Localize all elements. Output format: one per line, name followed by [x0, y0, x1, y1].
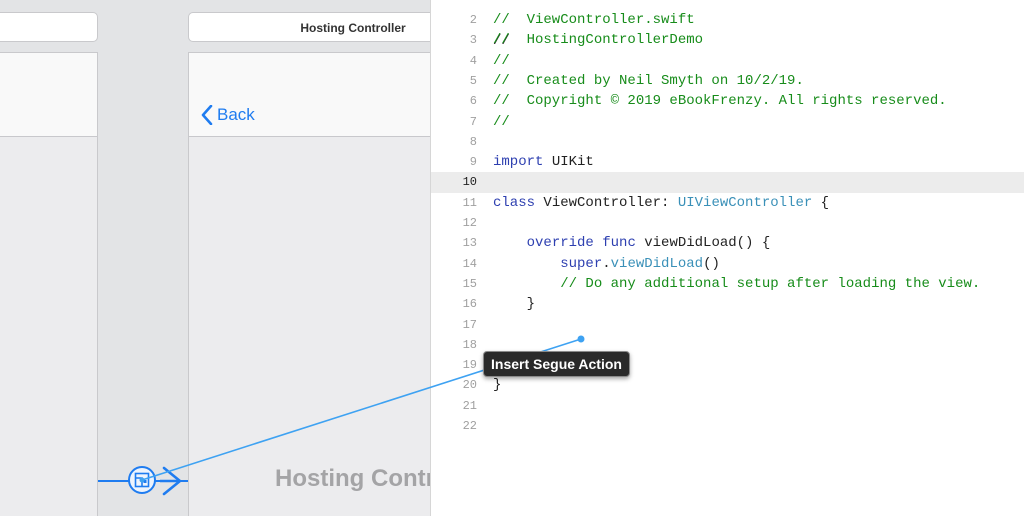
code-text: // Do any additional setup after loading… [560, 275, 981, 292]
code-editor[interactable]: // 2 // ViewController.swift 3 // HostingCo… [430, 0, 1024, 516]
segue-arrow-icon [160, 466, 182, 496]
storyboard-canvas[interactable]: Hosting Controller Back Hosting Controll… [0, 0, 430, 516]
insert-segue-action-tooltip: Insert Segue Action [483, 351, 630, 377]
hosting-controller-scene[interactable]: Back Hosting Controller [188, 52, 430, 516]
line-number: 2 [469, 13, 477, 27]
code-line[interactable]: 5 // Created by Neil Smyth on 10/2/19. [431, 71, 1024, 91]
code-text: override func viewDidLoad() { [526, 235, 771, 252]
view-controller-scene-titlebar[interactable] [0, 12, 98, 42]
code-line[interactable]: 11 class ViewController: UIViewController… [431, 193, 1024, 213]
line-number: 16 [462, 297, 477, 312]
line-number: 15 [462, 276, 477, 291]
code-line[interactable]: 17 [431, 315, 1024, 335]
code-text: // Copyright © 2019 eBookFrenzy. All rig… [493, 93, 947, 110]
line-number: 11 [462, 195, 477, 210]
code-line[interactable]: 15 // Do any additional setup after load… [431, 274, 1024, 294]
line-number: 4 [469, 53, 477, 68]
line-number: 13 [462, 236, 477, 251]
code-line[interactable]: 12 [431, 213, 1024, 233]
code-text: super.viewDidLoad() [560, 255, 720, 272]
back-button[interactable]: Back [201, 105, 255, 125]
back-button-label: Back [217, 105, 255, 124]
hosting-controller-scene-title: Hosting Controller [300, 21, 406, 35]
hosting-controller-navbar: Back [189, 53, 430, 137]
line-number: 19 [462, 358, 477, 373]
code-line[interactable]: 3 // HostingControllerDemo [431, 30, 1024, 50]
view-controller-navbar [0, 53, 97, 137]
code-text: // [493, 52, 510, 69]
line-number: 17 [462, 317, 477, 332]
hosting-controller-scene-titlebar[interactable]: Hosting Controller [188, 12, 430, 42]
line-number: 10 [462, 175, 477, 190]
code-text: } [493, 377, 502, 394]
code-line[interactable]: 8 [431, 132, 1024, 152]
line-number: 20 [462, 378, 477, 393]
line-number: 18 [462, 337, 477, 352]
code-text: import UIKit [493, 154, 594, 171]
code-line[interactable]: 20} [431, 375, 1024, 395]
line-number: 21 [462, 398, 477, 413]
line-number: 14 [462, 256, 477, 271]
hosting-controller-placeholder: Hosting Controller [275, 465, 430, 492]
code-line[interactable]: 22 [431, 416, 1024, 436]
code-line: // [493, 32, 510, 49]
code-line[interactable]: 10 [431, 172, 1024, 193]
code-text: } [493, 296, 536, 313]
line-number: 5 [469, 73, 477, 88]
segue-icon[interactable] [128, 466, 156, 494]
segue-glyph-icon [134, 472, 150, 488]
code-line[interactable]: 13 override func viewDidLoad() { [431, 233, 1024, 253]
line-number: 9 [469, 155, 477, 170]
code-text: // Created by Neil Smyth on 10/2/19. [493, 72, 804, 89]
code-line[interactable]: 9 import UIKit [431, 152, 1024, 172]
code-line[interactable]: 14 super.viewDidLoad() [431, 254, 1024, 274]
line-number: 12 [462, 216, 477, 230]
line-number: 22 [462, 419, 477, 433]
line-number: 3 [469, 33, 477, 48]
code-line[interactable]: 2 // ViewController.swift [431, 10, 1024, 30]
code-line[interactable]: 6 // Copyright © 2019 eBookFrenzy. All ri… [431, 91, 1024, 111]
line-number: 6 [469, 94, 477, 109]
code-line[interactable]: 7 // [431, 112, 1024, 132]
code-line[interactable]: 16 } [431, 294, 1024, 314]
code-text: // HostingControllerDemo [493, 32, 704, 49]
view-controller-scene[interactable] [0, 52, 98, 516]
code-line[interactable]: 4 // [431, 51, 1024, 71]
line-number: 7 [469, 114, 477, 129]
chevron-left-icon [201, 105, 213, 125]
code-text: // [493, 113, 510, 130]
line-number: 8 [469, 134, 477, 149]
code-text: // ViewController.swift [493, 12, 695, 28]
code-line[interactable]: 21 [431, 396, 1024, 416]
code-text: class ViewController: UIViewController { [493, 194, 830, 211]
